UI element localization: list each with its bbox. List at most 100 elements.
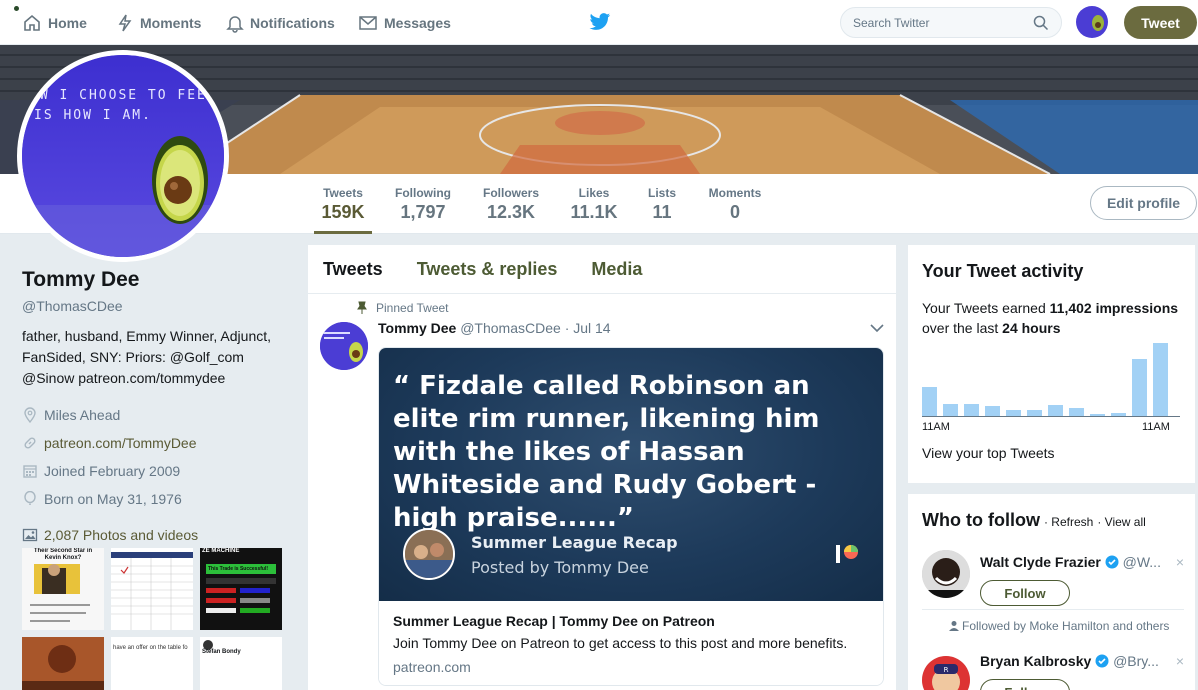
- activity-bar: [1090, 414, 1105, 416]
- tweet-author[interactable]: Tommy Dee: [378, 320, 456, 336]
- image-icon: [22, 527, 38, 543]
- thumb-caption: This Trade is Successful!: [208, 566, 269, 572]
- dismiss-icon[interactable]: ×: [1176, 653, 1184, 669]
- stat-followers[interactable]: Followers 12.3K: [478, 186, 544, 223]
- location-pin-icon: [22, 407, 38, 423]
- stat-followers-label: Followers: [482, 186, 539, 200]
- verified-badge-icon: [1105, 555, 1119, 569]
- avatar[interactable]: R: [922, 656, 970, 690]
- born-row: Born on May 31, 1976: [22, 485, 292, 513]
- activity-bar: [1153, 343, 1168, 416]
- activity-title[interactable]: Your Tweet activity: [922, 261, 1181, 282]
- search-input[interactable]: Search Twitter: [840, 7, 1062, 38]
- suggestion-name[interactable]: Bryan Kalbrosky @Bry...: [980, 653, 1159, 669]
- activity-bar: [1048, 405, 1063, 416]
- photo-thumb[interactable]: Stefan Bondy: [200, 637, 282, 690]
- stat-lists[interactable]: Lists 11: [644, 186, 680, 223]
- chart-tick-left: 11AM: [922, 421, 950, 433]
- stat-following[interactable]: Following 1,797: [390, 186, 456, 223]
- view-all-link[interactable]: · View all: [1097, 515, 1145, 529]
- tweet-handle[interactable]: @ThomasCDee: [460, 320, 561, 336]
- pinned-text: Pinned Tweet: [376, 301, 449, 315]
- profile-bio: father, husband, Emmy Winner, Adjunct, F…: [22, 326, 292, 389]
- activity-bar: [1006, 410, 1021, 416]
- stat-likes-label: Likes: [578, 186, 610, 200]
- tweet-button[interactable]: Tweet: [1124, 6, 1197, 39]
- stat-lists-value: 11: [652, 202, 672, 222]
- activity-text-prefix: Your Tweets earned: [922, 300, 1050, 316]
- follow-suggestion: Walt Clyde Frazier @W... × Follow: [922, 550, 1184, 612]
- joined-text: Joined February 2009: [44, 463, 181, 479]
- chevron-down-icon[interactable]: [870, 323, 884, 333]
- stat-following-label: Following: [395, 186, 451, 200]
- tab-media[interactable]: Media: [591, 259, 642, 280]
- nav-notifications[interactable]: Notifications: [226, 0, 335, 45]
- link-icon: [22, 435, 38, 451]
- follow-button[interactable]: Follow: [980, 580, 1070, 606]
- lightning-icon: [118, 14, 132, 31]
- activity-bar: [1027, 410, 1042, 416]
- stat-moments[interactable]: Moments 0: [704, 186, 766, 223]
- tweet-date[interactable]: · Jul 14: [565, 320, 611, 336]
- who-to-follow-module: Who to follow · Refresh · View all Walt …: [908, 494, 1195, 690]
- profile-avatar[interactable]: OW I CHOOSE TO FEEL... IS HOW I AM.: [17, 50, 229, 262]
- dismiss-icon[interactable]: ×: [1176, 554, 1184, 570]
- photo-thumb[interactable]: Their Second Star in Kevin Knox?: [22, 548, 104, 630]
- pinned-label: Pinned Tweet: [356, 301, 449, 315]
- stat-tweets[interactable]: Tweets 159K: [314, 186, 372, 234]
- recap-subtitle: Posted by Tommy Dee: [471, 558, 649, 577]
- thumb-caption: ZE MACHINE: [202, 548, 240, 554]
- photos-header[interactable]: 2,087 Photos and videos: [22, 527, 292, 543]
- timeline: Tweets Tweets & replies Media Pinned Twe…: [308, 245, 896, 690]
- nav-home-label: Home: [48, 14, 87, 31]
- tab-tweets-replies[interactable]: Tweets & replies: [417, 259, 558, 280]
- edit-profile-button[interactable]: Edit profile: [1090, 186, 1197, 220]
- recap-avatar: [403, 528, 455, 580]
- photo-thumb[interactable]: ZE MACHINE This Trade is Successful!: [200, 548, 282, 630]
- nav-avatar[interactable]: [1076, 6, 1108, 38]
- tab-tweets[interactable]: Tweets: [323, 259, 383, 280]
- profile-handle: @ThomasCDee: [22, 298, 123, 314]
- tweet-avatar[interactable]: [320, 322, 368, 370]
- website-link[interactable]: patreon.com/TommyDee: [44, 435, 197, 451]
- card-image: “ Fizdale called Robinson an elite rim r…: [379, 348, 883, 601]
- photo-thumb[interactable]: have an offer on the table fo: [111, 637, 193, 690]
- suggestion-name[interactable]: Walt Clyde Frazier @W...: [980, 554, 1161, 570]
- location-row: Miles Ahead: [22, 401, 292, 429]
- follow-button[interactable]: Follow: [980, 679, 1070, 690]
- view-top-tweets-link[interactable]: View your top Tweets: [922, 445, 1055, 461]
- svg-text:R: R: [944, 666, 949, 674]
- stat-moments-label: Moments: [708, 186, 762, 200]
- photo-thumb[interactable]: [22, 637, 104, 690]
- website-row[interactable]: patreon.com/TommyDee: [22, 429, 292, 457]
- stat-likes[interactable]: Likes 11.1K: [566, 186, 622, 223]
- stat-lists-label: Lists: [647, 186, 676, 200]
- patreon-logo-icon: [836, 545, 858, 563]
- refresh-link[interactable]: · Refresh: [1044, 515, 1093, 529]
- activity-bar: [922, 387, 937, 416]
- tweet-activity-module: Your Tweet activity Your Tweets earned 1…: [908, 245, 1195, 483]
- status-dot: [14, 6, 19, 11]
- card-url: patreon.com: [393, 659, 471, 675]
- activity-bar: [1069, 408, 1084, 416]
- stat-moments-value: 0: [729, 202, 740, 222]
- link-card[interactable]: “ Fizdale called Robinson an elite rim r…: [378, 347, 884, 686]
- nav-moments[interactable]: Moments: [116, 0, 201, 45]
- home-icon: [24, 14, 40, 31]
- nav-notifications-label: Notifications: [250, 14, 335, 31]
- nav-messages[interactable]: Messages: [358, 0, 451, 45]
- photos-count[interactable]: 2,087 Photos and videos: [44, 527, 198, 543]
- activity-bar: [1132, 359, 1147, 416]
- photo-thumb[interactable]: [111, 548, 193, 630]
- twitter-bird-icon[interactable]: [589, 12, 611, 32]
- search-icon[interactable]: [1033, 15, 1049, 31]
- avatar[interactable]: [922, 550, 970, 598]
- thumb-caption: Stefan Bondy: [202, 649, 241, 655]
- joined-row: Joined February 2009: [22, 457, 292, 485]
- profile-name[interactable]: Tommy Dee: [22, 268, 292, 292]
- thumb-caption: Their Second Star in Kevin Knox?: [33, 548, 93, 561]
- profile-sidebar: Tommy Dee @ThomasCDee father, husband, E…: [22, 268, 292, 543]
- nav-home[interactable]: Home: [22, 0, 87, 45]
- activity-chart[interactable]: [922, 343, 1180, 417]
- activity-impressions: 11,402 impressions: [1049, 300, 1179, 316]
